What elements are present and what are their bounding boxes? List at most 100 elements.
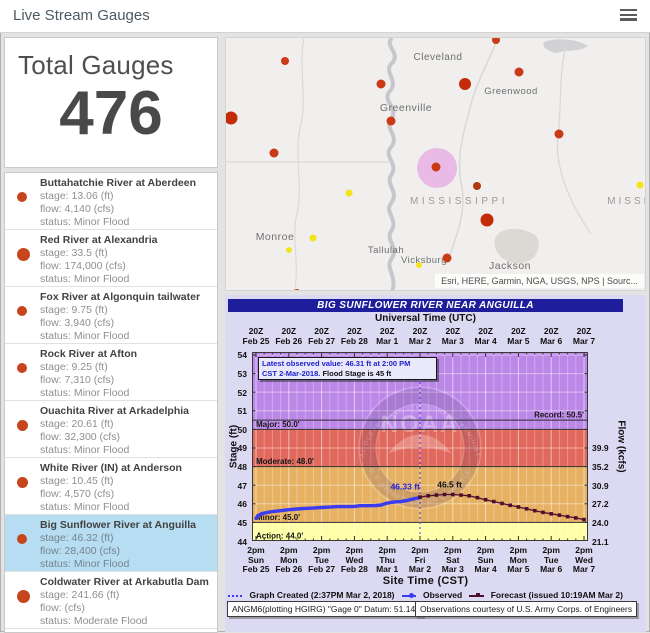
forecast-marker: [459, 493, 463, 497]
gauge-stage: stage: 241.66 (ft): [40, 589, 213, 602]
flow-tick-label: 30.9: [592, 481, 618, 491]
gauge-flow: flow: 3,940 (cfs): [40, 317, 213, 330]
gauge-stage: stage: 9.25 (ft): [40, 361, 213, 374]
top-tick-date: Mar 1: [370, 336, 404, 346]
top-tick-date: Feb 26: [272, 336, 306, 346]
stage-tick-label: 49: [227, 443, 247, 453]
top-tick-hour: 20Z: [305, 326, 339, 336]
bottom-axis-label: Site Time (CST): [228, 575, 623, 587]
gauge-name: White River (IN) at Anderson: [40, 462, 213, 475]
gauge-flow: flow: 28,400 (cfs): [40, 545, 213, 558]
map-gauge-dot[interactable]: [270, 149, 279, 158]
gauge-name: Rock River at Afton: [40, 348, 213, 361]
bottom-tick-date: Mar 6: [534, 564, 568, 574]
map-place-label: MISSISSIPPI: [410, 196, 508, 207]
map-gauge-dot[interactable]: [555, 130, 564, 139]
forecast-marker: [525, 507, 529, 511]
map-gauge-dot[interactable]: [387, 117, 396, 126]
latest-observed-line2: CST 2-Mar-2018. Flood Stage is 45 ft: [262, 369, 433, 379]
forecast-marker: [467, 494, 471, 498]
map-gauge-dot[interactable]: [473, 182, 481, 190]
map-gauge-dot[interactable]: [377, 80, 386, 89]
bottom-tick-day: Fri: [403, 555, 437, 565]
gauge-stage: stage: 10.45 (ft): [40, 475, 213, 488]
map-gauge-dot[interactable]: [443, 254, 452, 263]
gauge-status: status: Minor Flood: [40, 387, 213, 400]
bottom-tick-day: Sat: [436, 555, 470, 565]
bottom-tick-date: Mar 2: [403, 564, 437, 574]
total-gauges-card: Total Gauges 476: [4, 37, 218, 168]
threshold-label: Record: 50.5': [534, 411, 584, 420]
map-gauge-dot[interactable]: [286, 247, 292, 253]
top-tick-date: Feb 27: [305, 336, 339, 346]
gauge-stage: stage: 20.61 (ft): [40, 418, 213, 431]
gauge-status: status: Moderate Flood: [40, 615, 213, 628]
observed-swatch-icon: [402, 592, 416, 599]
app-window: Live Stream Gauges Total Gauges 476 Butt…: [0, 0, 650, 632]
gauge-list-item[interactable]: Coldwater River at Arkabutla Damstage: 2…: [5, 572, 217, 629]
hydrograph-panel: BIG SUNFLOWER RIVER NEAR ANGUILLA Univer…: [225, 295, 646, 632]
stage-tick-label: 54: [227, 350, 247, 360]
latest-observed-callout: Latest observed value: 46.31 ft at 2:00 …: [258, 357, 437, 380]
top-tick-hour: 20Z: [239, 326, 273, 336]
map-gauge-dot[interactable]: [481, 214, 494, 227]
gauge-list-item[interactable]: Buttahatchie River at Aberdeenstage: 13.…: [5, 173, 217, 230]
threshold-label: Moderate: 48.0': [256, 457, 314, 466]
top-tick-hour: 20Z: [370, 326, 404, 336]
map-place-label: Monroe: [256, 231, 295, 243]
forecast-marker: [549, 512, 553, 516]
top-tick-hour: 20Z: [436, 326, 470, 336]
gauge-list-item[interactable]: Red River at Alexandriastage: 33.5 (ft)f…: [5, 230, 217, 287]
map-gauge-dot[interactable]: [416, 262, 422, 268]
gauge-list-item[interactable]: Fox River at Algonquin tailwaterstage: 9…: [5, 287, 217, 344]
map-panel[interactable]: ClevelandGreenwoodGreenvilleMISSISSIPPIM…: [225, 37, 646, 291]
bottom-tick-date: Mar 1: [370, 564, 404, 574]
map-gauge-dot[interactable]: [637, 182, 644, 189]
top-tick-date: Mar 7: [567, 336, 601, 346]
stage-tick-label: 48: [227, 462, 247, 472]
top-tick-hour: 20Z: [469, 326, 503, 336]
gauge-flow: flow: 174,000 (cfs): [40, 260, 213, 273]
hamburger-menu-icon[interactable]: [618, 8, 638, 24]
forecast-marker: [558, 513, 562, 517]
gauge-name: Big Sunflower River at Anguilla: [40, 519, 213, 532]
top-tick-date: Mar 4: [469, 336, 503, 346]
gauge-status-dot-icon: [17, 477, 28, 488]
gauge-name: Red River at Alexandria: [40, 234, 213, 247]
map-gauge-dot[interactable]: [281, 57, 289, 65]
map-gauge-dot[interactable]: [515, 68, 524, 77]
hydrograph-plot: NOAANATIONAL OCEANIC AND ATMOSPHERIC ADM…: [252, 352, 588, 541]
series-peak-label: 46.33 ft: [391, 481, 420, 491]
map-place-label: Jackson: [489, 260, 531, 272]
gage-datum-box: ANGM6(plotting HGIRG) "Gage 0" Datum: 51…: [227, 601, 423, 617]
map-place-label: Cleveland: [414, 52, 463, 63]
bottom-tick-hour: 2pm: [534, 545, 568, 555]
forecast-marker: [443, 493, 447, 497]
bottom-tick-day: Mon: [501, 555, 535, 565]
top-tick-hour: 20Z: [337, 326, 371, 336]
gauge-list-item[interactable]: Ouachita River at Arkadelphiastage: 20.6…: [5, 401, 217, 458]
bottom-tick-day: Wed: [567, 555, 601, 565]
bottom-tick-hour: 2pm: [370, 545, 404, 555]
bottom-tick-date: Feb 25: [239, 564, 273, 574]
flow-tick-label: 35.2: [592, 462, 618, 472]
map-canvas: ClevelandGreenwoodGreenvilleMISSISSIPPIM…: [226, 38, 646, 291]
gauge-flow: flow: (cfs): [40, 602, 213, 615]
map-gauge-dot[interactable]: [346, 190, 353, 197]
gauge-list-item[interactable]: Rock River at Aftonstage: 9.25 (ft)flow:…: [5, 344, 217, 401]
gauge-list-item[interactable]: Big Sunflower River at Anguillastage: 46…: [5, 515, 217, 572]
gauge-name: Coldwater River at Arkabutla Dam: [40, 576, 213, 589]
forecast-marker: [484, 498, 488, 502]
top-tick-date: Feb 28: [337, 336, 371, 346]
flow-tick-label: 24.0: [592, 518, 618, 528]
bottom-tick-date: Mar 3: [436, 564, 470, 574]
selected-gauge-dot[interactable]: [432, 163, 441, 172]
map-gauge-dot[interactable]: [310, 235, 317, 242]
gauge-list-item[interactable]: White River (IN) at Andersonstage: 10.45…: [5, 458, 217, 515]
gauge-list-item[interactable]: Mississippi River at Arkansas Citystage:…: [5, 629, 217, 633]
bottom-tick-day: Wed: [337, 555, 371, 565]
top-tick-hour: 20Z: [567, 326, 601, 336]
map-gauge-dot[interactable]: [459, 78, 471, 90]
bottom-tick-day: Thu: [370, 555, 404, 565]
gauge-stage: stage: 46.32 (ft): [40, 532, 213, 545]
